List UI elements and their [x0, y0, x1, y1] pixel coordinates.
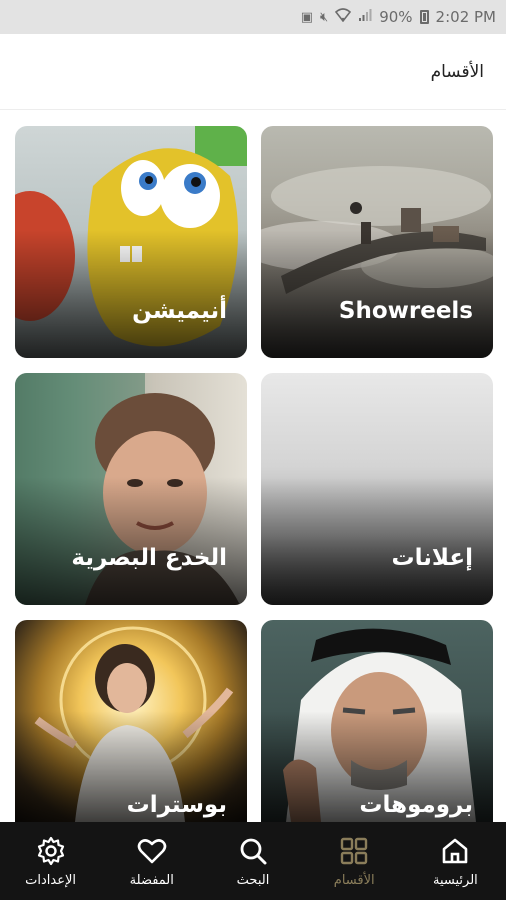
bottom-nav: الرئيسية الأقسام البحث المفضلة الإعدادات — [0, 822, 506, 900]
grid-icon — [340, 837, 368, 864]
category-label: بوسترات — [126, 792, 227, 818]
nav-label: الإعدادات — [25, 872, 77, 888]
category-card-posters[interactable]: بوسترات — [15, 620, 247, 822]
battery-icon — [419, 10, 429, 24]
signal-icon — [358, 8, 372, 26]
category-label: الخدع البصرية — [71, 545, 227, 571]
heart-icon — [137, 838, 167, 863]
category-label: Showreels — [338, 298, 473, 324]
category-label: إعلانات — [391, 545, 473, 571]
search-icon — [240, 838, 267, 864]
status-bar: ▣ 🔇︎ 90% 2:02 PM — [0, 0, 506, 34]
nav-label: البحث — [236, 872, 270, 888]
category-card-visual-effects[interactable]: الخدع البصرية — [15, 373, 247, 605]
page-title: الأقسام — [430, 61, 484, 82]
nav-item-favorites[interactable]: المفضلة — [101, 822, 202, 900]
nav-label: المفضلة — [129, 872, 174, 888]
nav-label: الأقسام — [333, 872, 375, 888]
category-card-ads[interactable]: إعلانات — [261, 373, 493, 605]
wifi-icon — [335, 8, 352, 26]
nav-item-categories[interactable]: الأقسام — [304, 822, 405, 900]
category-label: بروموهات — [359, 792, 473, 818]
gear-icon — [37, 836, 64, 865]
category-label: أنيميشن — [132, 298, 227, 324]
category-card-animation[interactable]: أنيميشن — [15, 126, 247, 358]
mute-icon: 🔇︎ — [320, 9, 329, 25]
battery-percent: 90% — [379, 8, 413, 26]
clock: 2:02 PM — [435, 8, 496, 26]
nfc-icon: ▣ — [300, 9, 313, 25]
home-icon — [443, 838, 468, 863]
category-card-showreels[interactable]: Showreels — [261, 126, 493, 358]
nav-item-settings[interactable]: الإعدادات — [0, 822, 101, 900]
nav-item-home[interactable]: الرئيسية — [405, 822, 506, 900]
category-card-promos[interactable]: بروموهات — [261, 620, 493, 822]
nav-label: الرئيسية — [433, 872, 478, 888]
app-header: الأقسام — [0, 34, 506, 110]
nav-item-search[interactable]: البحث — [202, 822, 303, 900]
